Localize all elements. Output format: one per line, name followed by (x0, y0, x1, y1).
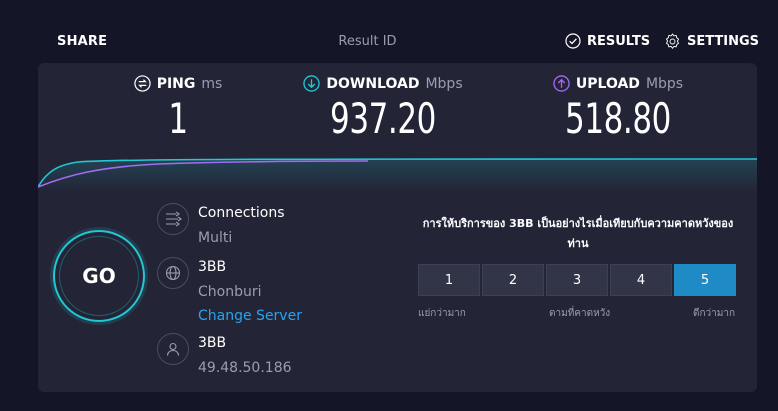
go-label: GO (82, 264, 116, 288)
results-label: RESULTS (587, 33, 651, 49)
change-server-link[interactable]: Change Server (198, 306, 302, 326)
rating-button-3[interactable]: 3 (546, 264, 608, 296)
rating-high-label: ดีกว่ามาก (693, 308, 736, 319)
upload-label: UPLOAD (575, 75, 640, 92)
upload-arrow-icon (553, 75, 570, 92)
download-unit: Mbps (425, 75, 463, 92)
rating-low-label: แย่กว่ามาก (418, 308, 466, 319)
connections-info: Connections Multi (157, 203, 285, 248)
ping-value: 1 (168, 94, 188, 143)
rating-scale: 1 2 3 4 5 (418, 264, 736, 296)
provider-ip: 49.48.50.186 (198, 360, 292, 376)
upload-unit: Mbps (645, 75, 684, 92)
download-value: 937.20 (330, 94, 436, 143)
connections-icon (157, 203, 189, 235)
server-name: 3BB (198, 259, 227, 275)
rating-button-4[interactable]: 4 (610, 264, 672, 296)
connections-title: Connections (198, 205, 285, 221)
provider-name: 3BB (198, 335, 227, 351)
download-arrow-icon (303, 75, 321, 92)
check-circle-icon (565, 33, 581, 49)
gear-icon (664, 33, 681, 50)
top-bar: SHARE Result ID RESULTS SETTINGS (0, 0, 778, 62)
upload-value: 518.80 (565, 94, 671, 143)
go-button[interactable]: GO (53, 230, 145, 322)
rating-button-5[interactable]: 5 (674, 264, 736, 296)
user-icon (157, 333, 189, 365)
provider-info: 3BB 49.48.50.186 (157, 333, 292, 378)
upload-metric: UPLOAD Mbps 518.80 (543, 75, 693, 143)
results-button[interactable]: RESULTS (565, 33, 650, 49)
rating-mid-label: ตามที่คาดหวัง (549, 308, 611, 319)
server-info: 3BB Chonburi Change Server (157, 257, 302, 326)
survey-question: การให้บริการของ 3BB เป็นอย่างไรเมื่อเทีย… (422, 217, 734, 250)
result-card: PING ms 1 DOWNLOAD Mbps 937.20 UPLOAD Mb… (38, 63, 757, 392)
download-label: DOWNLOAD (326, 75, 420, 92)
rating-button-2[interactable]: 2 (482, 264, 544, 296)
download-graph-area (38, 159, 757, 191)
ping-unit: ms (201, 75, 223, 92)
ping-label: PING (156, 75, 196, 92)
ping-metric: PING ms 1 (128, 75, 228, 143)
globe-icon (157, 257, 189, 289)
ping-icon (134, 75, 151, 92)
connections-mode: Multi (198, 230, 233, 246)
settings-button[interactable]: SETTINGS (664, 33, 759, 50)
settings-label: SETTINGS (687, 34, 760, 49)
download-metric: DOWNLOAD Mbps 937.20 (298, 75, 468, 143)
server-location: Chonburi (198, 284, 262, 300)
speed-graph (38, 158, 757, 191)
rating-button-1[interactable]: 1 (418, 264, 480, 296)
